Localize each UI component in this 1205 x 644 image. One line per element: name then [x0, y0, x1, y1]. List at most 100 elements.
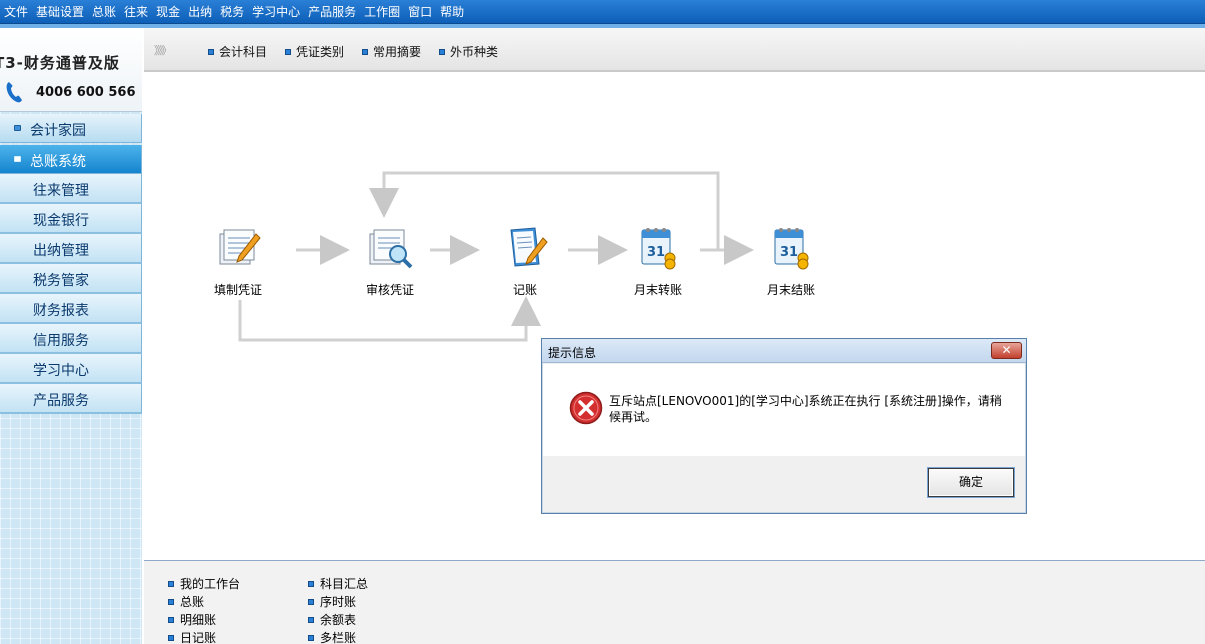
bullet-icon	[308, 599, 314, 605]
sidebar-item-label: 出纳管理	[33, 243, 89, 259]
toolbar-item-voucher-types[interactable]: 凭证类别	[285, 43, 344, 60]
bullet-icon	[14, 125, 21, 131]
link-label: 我的工作台	[180, 577, 241, 591]
error-icon	[569, 391, 603, 425]
close-icon[interactable]: ✕	[991, 342, 1022, 359]
sidebar-section-label: 总账系统	[30, 154, 86, 170]
sidebar: T3-财务通普及版 4006 600 566 会计家园 总账系统 往来管理 现金…	[0, 28, 142, 644]
menu-work-circle[interactable]: 工作圈	[360, 1, 404, 23]
bullet-icon	[168, 599, 174, 605]
flow-node-label: 月末转账	[633, 283, 682, 297]
sidebar-item-learning-center[interactable]: 学习中心	[0, 354, 142, 384]
toolbar-item-label: 外币种类	[450, 45, 499, 59]
dialog-titlebar[interactable]: 提示信息 ✕	[542, 339, 1026, 363]
link-label: 总账	[180, 595, 205, 609]
voucher-entry-icon	[219, 229, 261, 265]
sidebar-item-label: 产品服务	[33, 393, 89, 409]
flow-node-label: 审核凭证	[365, 283, 414, 297]
dialog-title: 提示信息	[548, 346, 597, 360]
sidebar-section-accounting-home[interactable]: 会计家园	[0, 114, 142, 143]
dialog-body: 互斥站点[LENOVO001]的[学习中心]系统正在执行 [系统注册]操作，请稍…	[543, 364, 1025, 456]
posting-icon	[510, 227, 548, 267]
ok-button[interactable]: 确定	[928, 468, 1014, 497]
menu-file[interactable]: 文件	[0, 1, 32, 23]
bullet-icon	[168, 617, 174, 623]
bullet-icon	[208, 49, 214, 55]
dialog-message: 互斥站点[LENOVO001]的[学习中心]系统正在执行 [系统注册]操作，请稍…	[609, 394, 1002, 424]
svg-text:31: 31	[780, 245, 798, 260]
menu-bar: 文件 基础设置 总账 往来 现金 出纳 税务 学习中心 产品服务 工作圈 窗口 …	[0, 0, 1205, 24]
voucher-audit-icon	[369, 229, 413, 269]
link-general-ledger[interactable]: 总账	[168, 593, 204, 610]
sidebar-item-receivables[interactable]: 往来管理	[0, 174, 142, 204]
bullet-icon	[168, 635, 174, 641]
bullet-icon	[308, 581, 314, 587]
link-multi-column-ledger[interactable]: 多栏账	[308, 629, 356, 644]
link-journal[interactable]: 日记账	[168, 629, 216, 644]
flow-node-posting[interactable]: 记账	[485, 224, 565, 298]
toolbar-item-label: 会计科目	[219, 45, 268, 59]
menu-product-services[interactable]: 产品服务	[304, 1, 360, 23]
link-label: 明细账	[180, 613, 217, 627]
menu-learning-center[interactable]: 学习中心	[248, 1, 304, 23]
sidebar-item-financial-reports[interactable]: 财务报表	[0, 294, 142, 324]
sidebar-item-label: 财务报表	[33, 303, 89, 319]
brand-panel: T3-财务通普及版 4006 600 566	[0, 28, 142, 112]
flow-node-label: 填制凭证	[213, 283, 262, 297]
svg-text:31: 31	[647, 245, 665, 260]
flow-node-month-end-transfer[interactable]: 31 月末转账	[618, 224, 698, 298]
bullet-icon	[439, 49, 445, 55]
phone-icon	[6, 82, 23, 103]
link-label: 科目汇总	[320, 577, 369, 591]
sidebar-section-gl-system[interactable]: 总账系统	[0, 145, 142, 174]
link-my-workbench[interactable]: 我的工作台	[168, 575, 240, 592]
sidebar-item-label: 现金银行	[33, 213, 89, 229]
menu-general-ledger[interactable]: 总账	[88, 1, 120, 23]
sidebar-item-label: 学习中心	[33, 363, 89, 379]
menu-help[interactable]: 帮助	[436, 1, 468, 23]
bullet-icon	[285, 49, 291, 55]
arrow-loop-bottom	[238, 296, 541, 342]
link-chronological-ledger[interactable]: 序时账	[308, 593, 356, 610]
menu-tax[interactable]: 税务	[216, 1, 248, 23]
menu-window[interactable]: 窗口	[404, 1, 436, 23]
link-balance-sheet[interactable]: 余额表	[308, 611, 356, 628]
flow-node-label: 月末结账	[766, 283, 815, 297]
menu-cash[interactable]: 现金	[152, 1, 184, 23]
link-label: 多栏账	[320, 631, 357, 644]
bullet-icon	[168, 581, 174, 587]
bullet-icon	[308, 635, 314, 641]
sidebar-item-label: 信用服务	[33, 333, 89, 349]
toolbar-item-currencies[interactable]: 外币种类	[439, 43, 498, 60]
menu-cashier[interactable]: 出纳	[184, 1, 216, 23]
menu-basic-settings[interactable]: 基础设置	[32, 1, 88, 23]
bullet-icon	[362, 49, 368, 55]
quick-links-panel: 我的工作台 总账 明细账 日记账 科目汇总 序时账 余额表 多栏账	[144, 560, 1205, 644]
menu-receivables[interactable]: 往来	[120, 1, 152, 23]
sidebar-item-label: 税务管家	[33, 273, 89, 289]
flow-node-label: 记账	[512, 283, 537, 297]
month-end-transfer-icon: 31	[641, 228, 676, 270]
link-label: 序时账	[320, 595, 357, 609]
bullet-icon	[308, 617, 314, 623]
toolbar-item-label: 常用摘要	[373, 45, 422, 59]
sidebar-item-credit-services[interactable]: 信用服务	[0, 324, 142, 354]
brand-phone: 4006 600 566	[36, 85, 136, 100]
bullet-icon	[14, 156, 21, 162]
flow-node-audit-voucher[interactable]: 审核凭证	[350, 224, 430, 298]
sidebar-item-tax-manager[interactable]: 税务管家	[0, 264, 142, 294]
link-account-summary[interactable]: 科目汇总	[308, 575, 368, 592]
sidebar-item-label: 往来管理	[33, 183, 89, 199]
brand-title: T3-财务通普及版	[0, 54, 120, 72]
link-detail-ledger[interactable]: 明细账	[168, 611, 216, 628]
toolbar-item-common-summaries[interactable]: 常用摘要	[362, 43, 421, 60]
collapse-chevron-icon[interactable]: 》》》	[154, 42, 172, 58]
sidebar-item-cashier[interactable]: 出纳管理	[0, 234, 142, 264]
toolbar-item-accounts[interactable]: 会计科目	[208, 43, 267, 60]
link-label: 余额表	[320, 613, 357, 627]
sidebar-item-cash-bank[interactable]: 现金银行	[0, 204, 142, 234]
flow-node-month-end-close[interactable]: 31 月末结账	[751, 224, 831, 298]
sidebar-item-product-services[interactable]: 产品服务	[0, 384, 142, 414]
alert-dialog: 提示信息 ✕ 互斥站点[LENOVO001]的[学习中心]系统正在执行 [系统注…	[541, 338, 1027, 514]
flow-node-fill-voucher[interactable]: 填制凭证	[198, 224, 278, 298]
